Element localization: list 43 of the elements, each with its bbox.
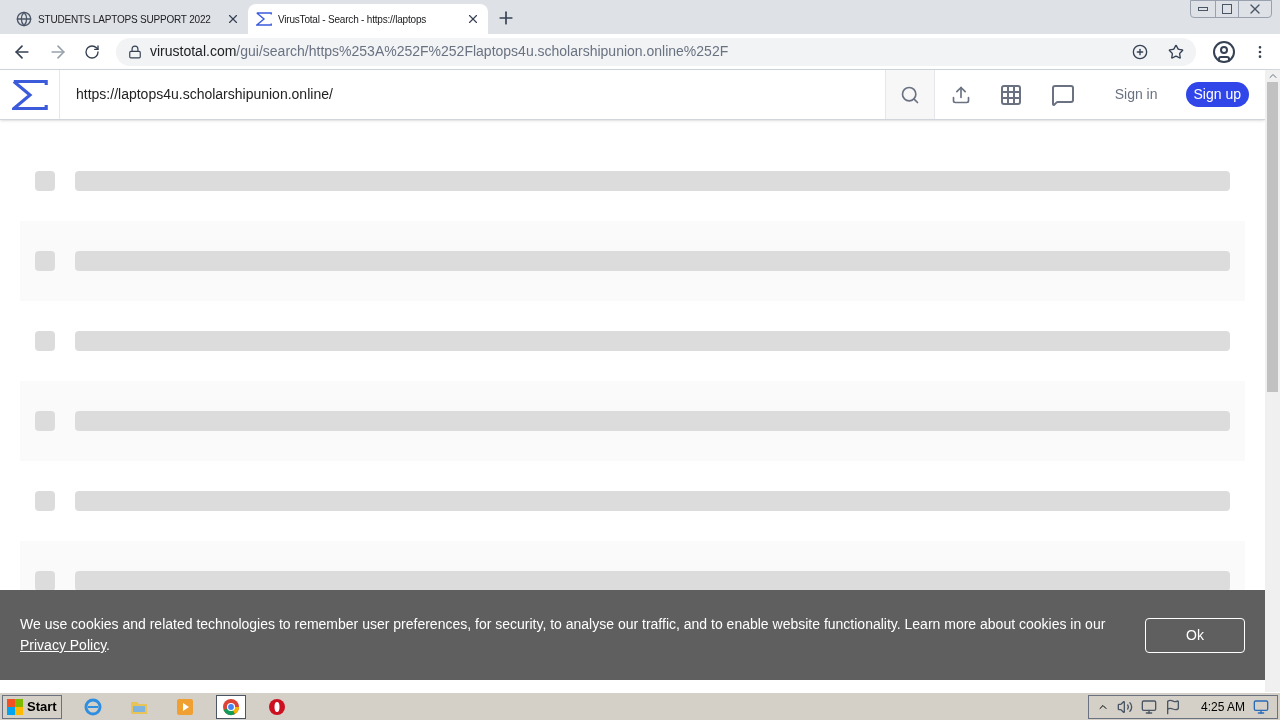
sigma-logo-icon: [256, 11, 272, 27]
network-icon[interactable]: [1140, 698, 1157, 715]
flag-icon[interactable]: [1164, 698, 1181, 715]
volume-icon[interactable]: [1116, 698, 1133, 715]
loading-checkbox-placeholder: [35, 411, 55, 431]
browser-e-icon: [82, 696, 103, 717]
windows-logo-icon: [7, 698, 23, 715]
reload-icon[interactable]: [84, 43, 100, 60]
url-text: virustotal.com/gui/search/https%253A%252F%252Flaptops4u.scholarshipunion.online%252F: [150, 42, 730, 61]
chrome-icon: [220, 696, 241, 717]
scrollbar-thumb[interactable]: [1267, 82, 1278, 392]
tab-title: STUDENTS LAPTOPS SUPPORT 2022: [38, 12, 212, 27]
sign-in-link[interactable]: Sign in: [1114, 84, 1158, 105]
ok-button[interactable]: Ok: [1145, 617, 1245, 653]
taskbar-app[interactable]: [215, 694, 246, 719]
loading-checkbox-placeholder: [35, 171, 55, 191]
upload-icon[interactable]: [950, 84, 971, 105]
restore-icon[interactable]: [1215, 1, 1239, 17]
close-icon[interactable]: [226, 12, 240, 26]
opera-icon: [266, 696, 287, 717]
globe-icon: [16, 11, 32, 27]
clock: 4:25 AM: [1200, 698, 1245, 716]
loading-checkbox-placeholder: [35, 491, 55, 511]
media-player-icon: [174, 696, 195, 717]
apps-grid-icon[interactable]: [998, 82, 1023, 107]
sign-up-button[interactable]: Sign up: [1185, 82, 1249, 107]
search-icon[interactable]: [899, 84, 920, 105]
profile-icon[interactable]: [1212, 39, 1236, 64]
loading-checkbox-placeholder: [35, 251, 55, 271]
browser-tab[interactable]: VirusTotal - Search - https://laptops: [248, 4, 488, 34]
loading-checkbox-placeholder: [35, 331, 55, 351]
search-field[interactable]: https://laptops4u.scholarshipunion.online/: [60, 70, 885, 119]
lock-icon: [128, 44, 142, 59]
address-bar[interactable]: virustotal.com/gui/search/https%253A%252F%252Flaptops4u.scholarshipunion.online%252F: [116, 37, 1196, 66]
bookmark-star-icon[interactable]: [1168, 43, 1184, 60]
loading-checkbox-placeholder: [35, 571, 55, 591]
tab-title: VirusTotal - Search - https://laptops: [278, 12, 428, 27]
add-icon[interactable]: [1132, 43, 1148, 60]
chat-icon[interactable]: [1050, 82, 1075, 107]
cookie-notice-text: We use cookies and related technologies to remember user preferences, for security, to analyse our traffic, and to enable website functionality. Learn more about cookies in our Privacy Policy.: [20, 615, 1107, 655]
close-icon[interactable]: [466, 12, 480, 26]
start-button[interactable]: Start: [2, 694, 62, 719]
show-desktop-icon[interactable]: [1253, 698, 1269, 715]
